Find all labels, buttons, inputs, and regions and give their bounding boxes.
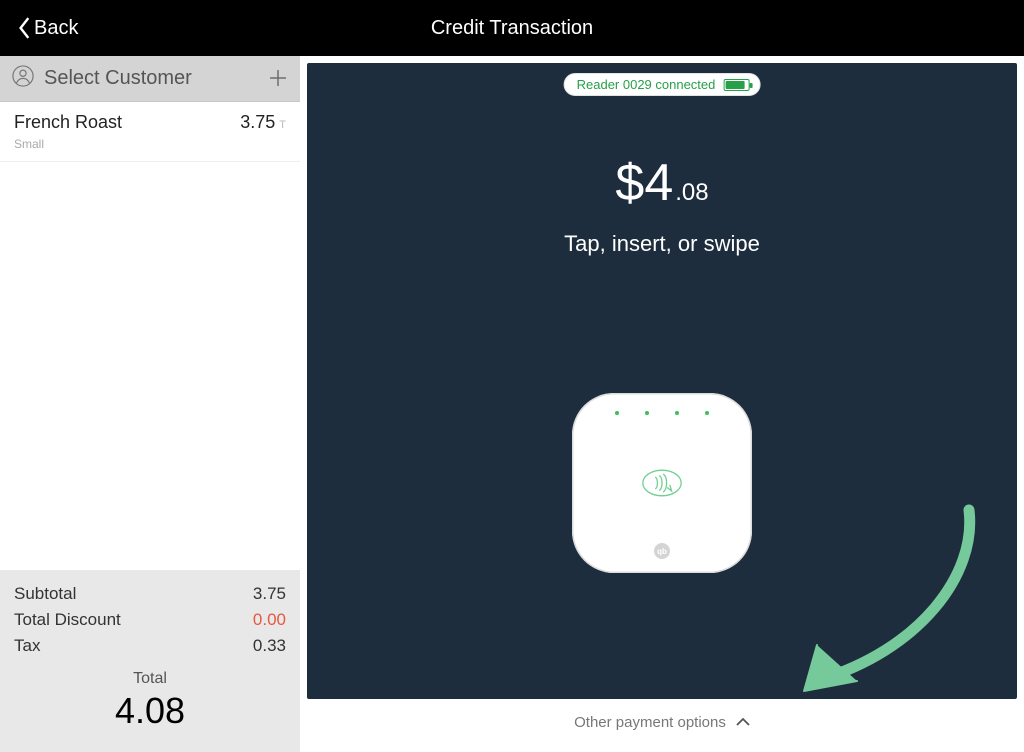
totals-panel: Subtotal 3.75 Total Discount 0.00 Tax 0.… xyxy=(0,570,300,752)
payment-instruction: Tap, insert, or swipe xyxy=(307,231,1017,257)
chevron-up-icon xyxy=(736,717,750,727)
chevron-left-icon xyxy=(18,17,32,39)
reader-status-text: Reader 0029 connected xyxy=(577,77,716,92)
reader-status-pill: Reader 0029 connected xyxy=(564,73,761,96)
tax-value: 0.33 xyxy=(253,636,286,656)
discount-value: 0.00 xyxy=(253,610,286,630)
payment-panel: Reader 0029 connected $ 4 .08 Tap, inser… xyxy=(300,56,1024,752)
plus-icon xyxy=(268,68,288,88)
item-variant: Small xyxy=(14,137,286,151)
order-sidebar: Select Customer French Roast 3.75 T Smal… xyxy=(0,56,300,752)
select-customer-row[interactable]: Select Customer xyxy=(0,56,300,102)
contactless-icon xyxy=(642,469,682,502)
back-label: Back xyxy=(34,17,78,40)
currency-symbol: $ xyxy=(615,153,644,213)
subtotal-label: Subtotal xyxy=(14,584,76,604)
select-customer-label: Select Customer xyxy=(44,67,268,90)
top-bar: Back Credit Transaction xyxy=(0,0,1024,56)
item-tax-flag: T xyxy=(279,119,286,131)
battery-icon xyxy=(723,79,749,91)
total-label: Total xyxy=(14,670,286,688)
card-reader-illustration: qb xyxy=(572,393,752,573)
add-customer-button[interactable] xyxy=(268,63,288,95)
payment-stage: Reader 0029 connected $ 4 .08 Tap, inser… xyxy=(307,63,1017,699)
total-value: 4.08 xyxy=(14,690,286,732)
line-items: French Roast 3.75 T Small xyxy=(0,102,300,570)
amount-cents: .08 xyxy=(675,179,708,207)
page-title: Credit Transaction xyxy=(0,17,1024,40)
amount-display: $ 4 .08 Tap, insert, or swipe xyxy=(307,153,1017,257)
reader-logo-icon: qb xyxy=(654,543,670,559)
item-price: 3.75 xyxy=(240,112,275,133)
amount-whole: 4 xyxy=(644,153,673,213)
tax-label: Tax xyxy=(14,636,40,656)
subtotal-value: 3.75 xyxy=(253,584,286,604)
other-payment-label: Other payment options xyxy=(574,714,726,731)
back-button[interactable]: Back xyxy=(18,17,78,40)
item-name: French Roast xyxy=(14,112,240,133)
discount-label: Total Discount xyxy=(14,610,121,630)
person-icon xyxy=(12,65,34,92)
other-payment-options-button[interactable]: Other payment options xyxy=(307,699,1017,745)
line-item[interactable]: French Roast 3.75 T Small xyxy=(0,102,300,162)
arrow-annotation xyxy=(749,495,989,695)
